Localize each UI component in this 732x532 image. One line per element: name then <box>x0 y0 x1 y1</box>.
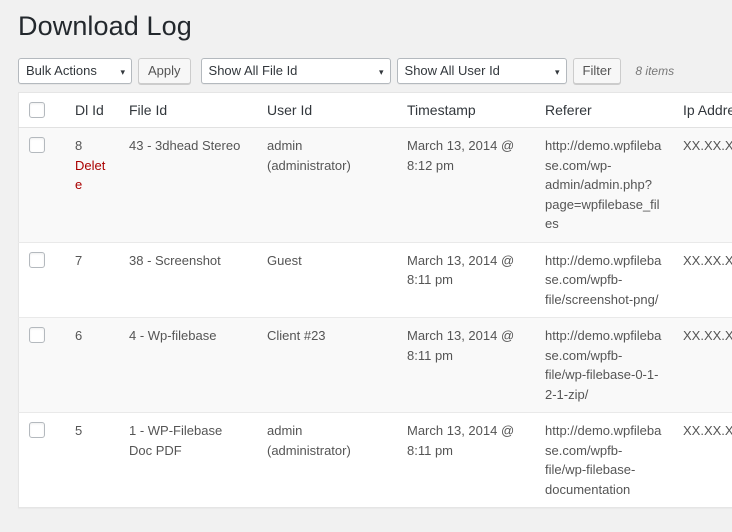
bulk-actions-selected-value: Bulk Actions <box>26 63 97 79</box>
row-checkbox[interactable] <box>29 422 45 439</box>
table-head: Dl Id File Id User Id Timestamp Referer … <box>18 92 732 129</box>
table-row: 8 Delete 43 - 3dhead Stereo admin (admin… <box>18 127 732 243</box>
file-id-filter-selected-value: Show All File Id <box>208 63 298 79</box>
column-header-user-id[interactable]: User Id <box>257 92 397 129</box>
cell-referer: http://demo.wpfilebase.com/wpfb-file/wp-… <box>535 317 673 413</box>
cell-file-id: 43 - 3dhead Stereo <box>119 127 257 243</box>
table-header-row: Dl Id File Id User Id Timestamp Referer … <box>18 92 732 129</box>
select-all-checkbox[interactable] <box>29 102 45 119</box>
chevron-down-icon: ▾ <box>379 67 384 78</box>
row-checkbox[interactable] <box>29 251 45 268</box>
chevron-down-icon: ▾ <box>555 67 560 78</box>
page-title: Download Log <box>18 11 192 41</box>
table-nav-top: Bulk Actions ▾ Apply Show All File Id ▾ … <box>18 56 714 86</box>
chevron-down-icon: ▾ <box>120 67 125 78</box>
table-row: 6 4 - Wp-filebase Client #23 March 13, 2… <box>18 317 732 413</box>
row-checkbox[interactable] <box>29 137 45 154</box>
cell-dl-id: 8 Delete <box>65 127 119 243</box>
select-all-header <box>18 92 65 129</box>
cell-ip-address: XX.XX.XX.XX <box>673 412 732 508</box>
cell-file-id: 38 - Screenshot <box>119 241 257 318</box>
table-row: 5 1 - WP-Filebase Doc PDF admin (adminis… <box>18 412 732 508</box>
apply-button[interactable]: Apply <box>138 58 191 85</box>
cell-ip-address: XX.XX.XX.XX <box>673 241 732 318</box>
table-body: 8 Delete 43 - 3dhead Stereo admin (admin… <box>18 127 732 508</box>
dl-id-value: 5 <box>75 423 83 439</box>
cell-user-id: Guest <box>257 241 397 318</box>
cell-ip-address: XX.XX.XX.XX <box>673 317 732 413</box>
column-header-dl-id[interactable]: Dl Id <box>65 92 119 129</box>
dl-id-value: 8 <box>75 138 83 154</box>
cell-referer: http://demo.wpfilebase.com/wp-admin/admi… <box>535 127 673 243</box>
row-select-cell <box>18 412 65 508</box>
dl-id-value: 7 <box>75 252 83 268</box>
column-header-file-id[interactable]: File Id <box>119 92 257 129</box>
column-header-timestamp[interactable]: Timestamp <box>397 92 535 129</box>
cell-user-id: Client #23 <box>257 317 397 413</box>
bulk-actions-select[interactable]: Bulk Actions ▾ <box>18 58 132 85</box>
cell-timestamp: March 13, 2014 @ 8:12 pm <box>397 127 535 243</box>
cell-timestamp: March 13, 2014 @ 8:11 pm <box>397 317 535 413</box>
cell-dl-id: 7 <box>65 241 119 318</box>
row-select-cell <box>18 241 65 318</box>
column-header-ip-address[interactable]: Ip Address <box>673 92 732 129</box>
delete-link[interactable]: Delete <box>75 156 109 195</box>
cell-referer: http://demo.wpfilebase.com/wpfb-file/scr… <box>535 241 673 318</box>
cell-timestamp: March 13, 2014 @ 8:11 pm <box>397 241 535 318</box>
cell-referer: http://demo.wpfilebase.com/wpfb-file/wp-… <box>535 412 673 508</box>
items-count: 8 items <box>635 64 675 79</box>
row-select-cell <box>18 317 65 413</box>
cell-user-id: admin (administrator) <box>257 127 397 243</box>
cell-dl-id: 5 <box>65 412 119 508</box>
cell-user-id: admin (administrator) <box>257 412 397 508</box>
filter-button[interactable]: Filter <box>572 58 622 85</box>
file-id-filter-select[interactable]: Show All File Id ▾ <box>200 58 391 85</box>
table-row: 7 38 - Screenshot Guest March 13, 2014 @… <box>18 241 732 318</box>
cell-file-id: 1 - WP-Filebase Doc PDF <box>119 412 257 508</box>
download-log-table: Dl Id File Id User Id Timestamp Referer … <box>18 92 732 509</box>
user-id-filter-selected-value: Show All User Id <box>404 63 500 79</box>
cell-file-id: 4 - Wp-filebase <box>119 317 257 413</box>
cell-timestamp: March 13, 2014 @ 8:11 pm <box>397 412 535 508</box>
row-select-cell <box>18 127 65 243</box>
admin-page-wrap: Download Log Bulk Actions ▾ Apply Show A… <box>0 0 732 509</box>
user-id-filter-select[interactable]: Show All User Id ▾ <box>396 58 567 85</box>
dl-id-value: 6 <box>75 328 83 344</box>
cell-dl-id: 6 <box>65 317 119 413</box>
column-header-referer[interactable]: Referer <box>535 92 673 129</box>
row-checkbox[interactable] <box>29 327 45 344</box>
cell-ip-address: XX.XX.XX.XX <box>673 127 732 243</box>
